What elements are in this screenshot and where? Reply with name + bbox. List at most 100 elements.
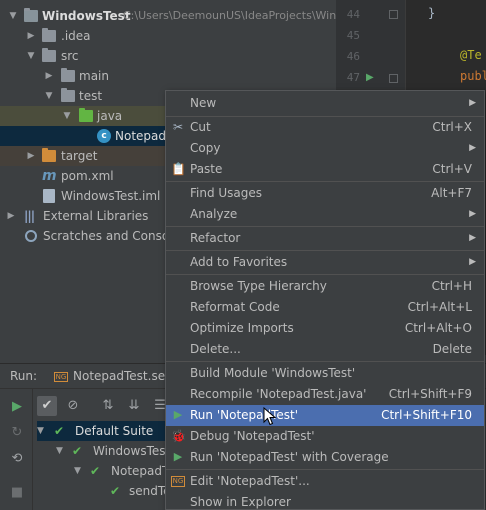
submenu-arrow-icon: ▶ <box>469 257 476 267</box>
menu-item-shortcut: Ctrl+Shift+F9 <box>388 387 472 401</box>
menu-item-reformat-code[interactable]: Reformat Code Ctrl+Alt+L <box>166 297 484 318</box>
menu-item-add-to-favorites[interactable]: Add to Favorites ▶ <box>166 252 484 273</box>
menu-item-shortcut: Delete <box>432 342 472 356</box>
sort-by-duration-icon[interactable]: ⇊ <box>124 396 144 416</box>
run-icon: ▶ <box>173 408 183 421</box>
mouse-cursor-icon <box>263 407 277 426</box>
menu-item-label: Reformat Code <box>190 300 280 314</box>
menu-item-analyze[interactable]: Analyze ▶ <box>166 204 484 225</box>
menu-item-debug[interactable]: 🐞 Debug 'NotepadTest' <box>166 426 484 447</box>
menu-item-refactor[interactable]: Refactor ▶ <box>166 228 484 249</box>
stop-icon[interactable]: ■ <box>7 483 27 503</box>
chevron-down-icon[interactable]: ▼ <box>44 86 54 106</box>
tree-item-label: .idea <box>61 29 91 43</box>
scratches-icon <box>25 230 37 242</box>
menu-separator <box>166 469 484 470</box>
menu-item-show-in-explorer[interactable]: Show in Explorer <box>166 492 484 509</box>
chevron-down-icon[interactable]: ▼ <box>26 46 36 66</box>
tree-item-label: main <box>79 69 109 83</box>
menu-item-label: Recompile 'NotepadTest.java' <box>190 387 367 401</box>
menu-separator <box>166 274 484 275</box>
chevron-down-icon[interactable]: ▼ <box>37 421 44 441</box>
show-passed-icon[interactable]: ✔ <box>37 396 57 416</box>
tree-item-src[interactable]: ▼ src <box>0 46 336 66</box>
test-tree-method[interactable]: ✔ sendTe <box>110 481 171 501</box>
menu-item-shortcut: Alt+F7 <box>431 186 472 200</box>
menu-item-run[interactable]: ▶ Run 'NotepadTest' Ctrl+Shift+F10 <box>166 405 484 426</box>
menu-item-recompile[interactable]: Recompile 'NotepadTest.java' Ctrl+Shift+… <box>166 384 484 405</box>
menu-item-label: Refactor <box>190 231 241 245</box>
passed-icon: ✔ <box>54 424 65 438</box>
menu-item-edit-configuration[interactable]: NG Edit 'NotepadTest'... <box>166 471 484 492</box>
menu-item-shortcut: Ctrl+X <box>432 120 472 134</box>
passed-icon: ✔ <box>72 444 83 458</box>
code-annotation: @Te <box>460 48 482 62</box>
folder-icon <box>61 88 75 102</box>
line-number: 45 <box>346 29 360 42</box>
chevron-down-icon[interactable]: ▼ <box>62 106 72 126</box>
menu-item-cut[interactable]: ✂ Cut Ctrl+X <box>166 117 484 138</box>
folder-icon <box>42 48 56 62</box>
tree-item-label: pom.xml <box>61 169 114 183</box>
test-tree-class[interactable]: ▼ ✔ NotepadTe <box>74 461 175 481</box>
tree-item-main[interactable]: ▶ main <box>0 66 336 86</box>
menu-item-build-module[interactable]: Build Module 'WindowsTest' <box>166 363 484 384</box>
tree-root-path: C:\Users\DeemounUS\IdeaProjects\Wind <box>123 9 336 22</box>
library-icon: ||| <box>24 209 35 223</box>
tree-root-label: WindowsTest <box>42 9 131 23</box>
menu-item-run-with-coverage[interactable]: ▶ Run 'NotepadTest' with Coverage <box>166 447 484 468</box>
test-tree-suite[interactable]: ▼ ✔ Default Suite <box>37 421 167 441</box>
tree-item-label: WindowsTest.iml <box>61 189 161 203</box>
menu-item-browse-type-hierarchy[interactable]: Browse Type Hierarchy Ctrl+H <box>166 276 484 297</box>
menu-item-shortcut: Ctrl+H <box>431 279 472 293</box>
fold-icon[interactable] <box>389 10 398 19</box>
menu-item-shortcut: Ctrl+V <box>432 162 472 176</box>
menu-item-shortcut: Ctrl+Alt+L <box>407 300 472 314</box>
context-menu: New ▶ ✂ Cut Ctrl+X Copy ▶ 📋 Paste Ctrl+V… <box>165 90 485 510</box>
chevron-right-icon[interactable]: ▶ <box>6 206 16 226</box>
submenu-arrow-icon: ▶ <box>469 143 476 153</box>
show-ignored-icon[interactable]: ⊘ <box>63 396 83 416</box>
menu-separator <box>166 250 484 251</box>
chevron-down-icon[interactable]: ▼ <box>56 441 63 461</box>
menu-item-label: Debug 'NotepadTest' <box>190 429 315 443</box>
chevron-right-icon[interactable]: ▶ <box>26 26 36 46</box>
file-icon <box>43 189 55 203</box>
menu-item-delete[interactable]: Delete... Delete <box>166 339 484 360</box>
menu-item-label: Copy <box>190 141 221 155</box>
run-gutter-icon[interactable]: ▶ <box>366 72 374 83</box>
menu-item-optimize-imports[interactable]: Optimize Imports Ctrl+Alt+O <box>166 318 484 339</box>
submenu-arrow-icon: ▶ <box>469 209 476 219</box>
menu-item-new[interactable]: New ▶ <box>166 93 484 114</box>
rerun-failed-icon[interactable]: ↻ <box>7 423 27 443</box>
scissors-icon: ✂ <box>172 120 184 134</box>
menu-item-label: Analyze <box>190 207 238 221</box>
line-number: 47 <box>346 71 360 84</box>
run-toolbar: ▶ ↻ ⟲ ■ <box>0 389 33 510</box>
tree-item-label: java <box>97 109 123 123</box>
fold-icon[interactable] <box>389 74 398 83</box>
sort-alphabetically-icon[interactable]: ⇅ <box>98 396 118 416</box>
menu-item-shortcut: Ctrl+Alt+O <box>404 321 472 335</box>
menu-item-paste[interactable]: 📋 Paste Ctrl+V <box>166 159 484 180</box>
tree-item-idea[interactable]: ▶ .idea <box>0 26 336 46</box>
tree-item-windowstest[interactable]: ▼ WindowsTest C:\Users\DeemounUS\IdeaPro… <box>0 6 336 26</box>
module-folder-icon <box>24 8 38 22</box>
menu-separator <box>166 226 484 227</box>
menu-item-label: Cut <box>190 120 211 134</box>
test-tree-module[interactable]: ▼ ✔ WindowsTest <box>56 441 170 461</box>
testng-icon: NG <box>54 372 68 382</box>
menu-item-label: Browse Type Hierarchy <box>190 279 327 293</box>
toggle-autotest-icon[interactable]: ⟲ <box>7 449 27 469</box>
menu-item-label: Find Usages <box>190 186 263 200</box>
menu-item-find-usages[interactable]: Find Usages Alt+F7 <box>166 183 484 204</box>
debug-icon: 🐞 <box>171 429 186 443</box>
menu-item-copy[interactable]: Copy ▶ <box>166 138 484 159</box>
chevron-down-icon[interactable]: ▼ <box>8 6 18 26</box>
rerun-icon[interactable]: ▶ <box>7 397 27 417</box>
chevron-right-icon[interactable]: ▶ <box>26 146 36 166</box>
code-keyword: publ <box>460 69 486 83</box>
chevron-right-icon[interactable]: ▶ <box>44 66 54 86</box>
submenu-arrow-icon: ▶ <box>469 98 476 108</box>
chevron-down-icon[interactable]: ▼ <box>74 461 81 481</box>
